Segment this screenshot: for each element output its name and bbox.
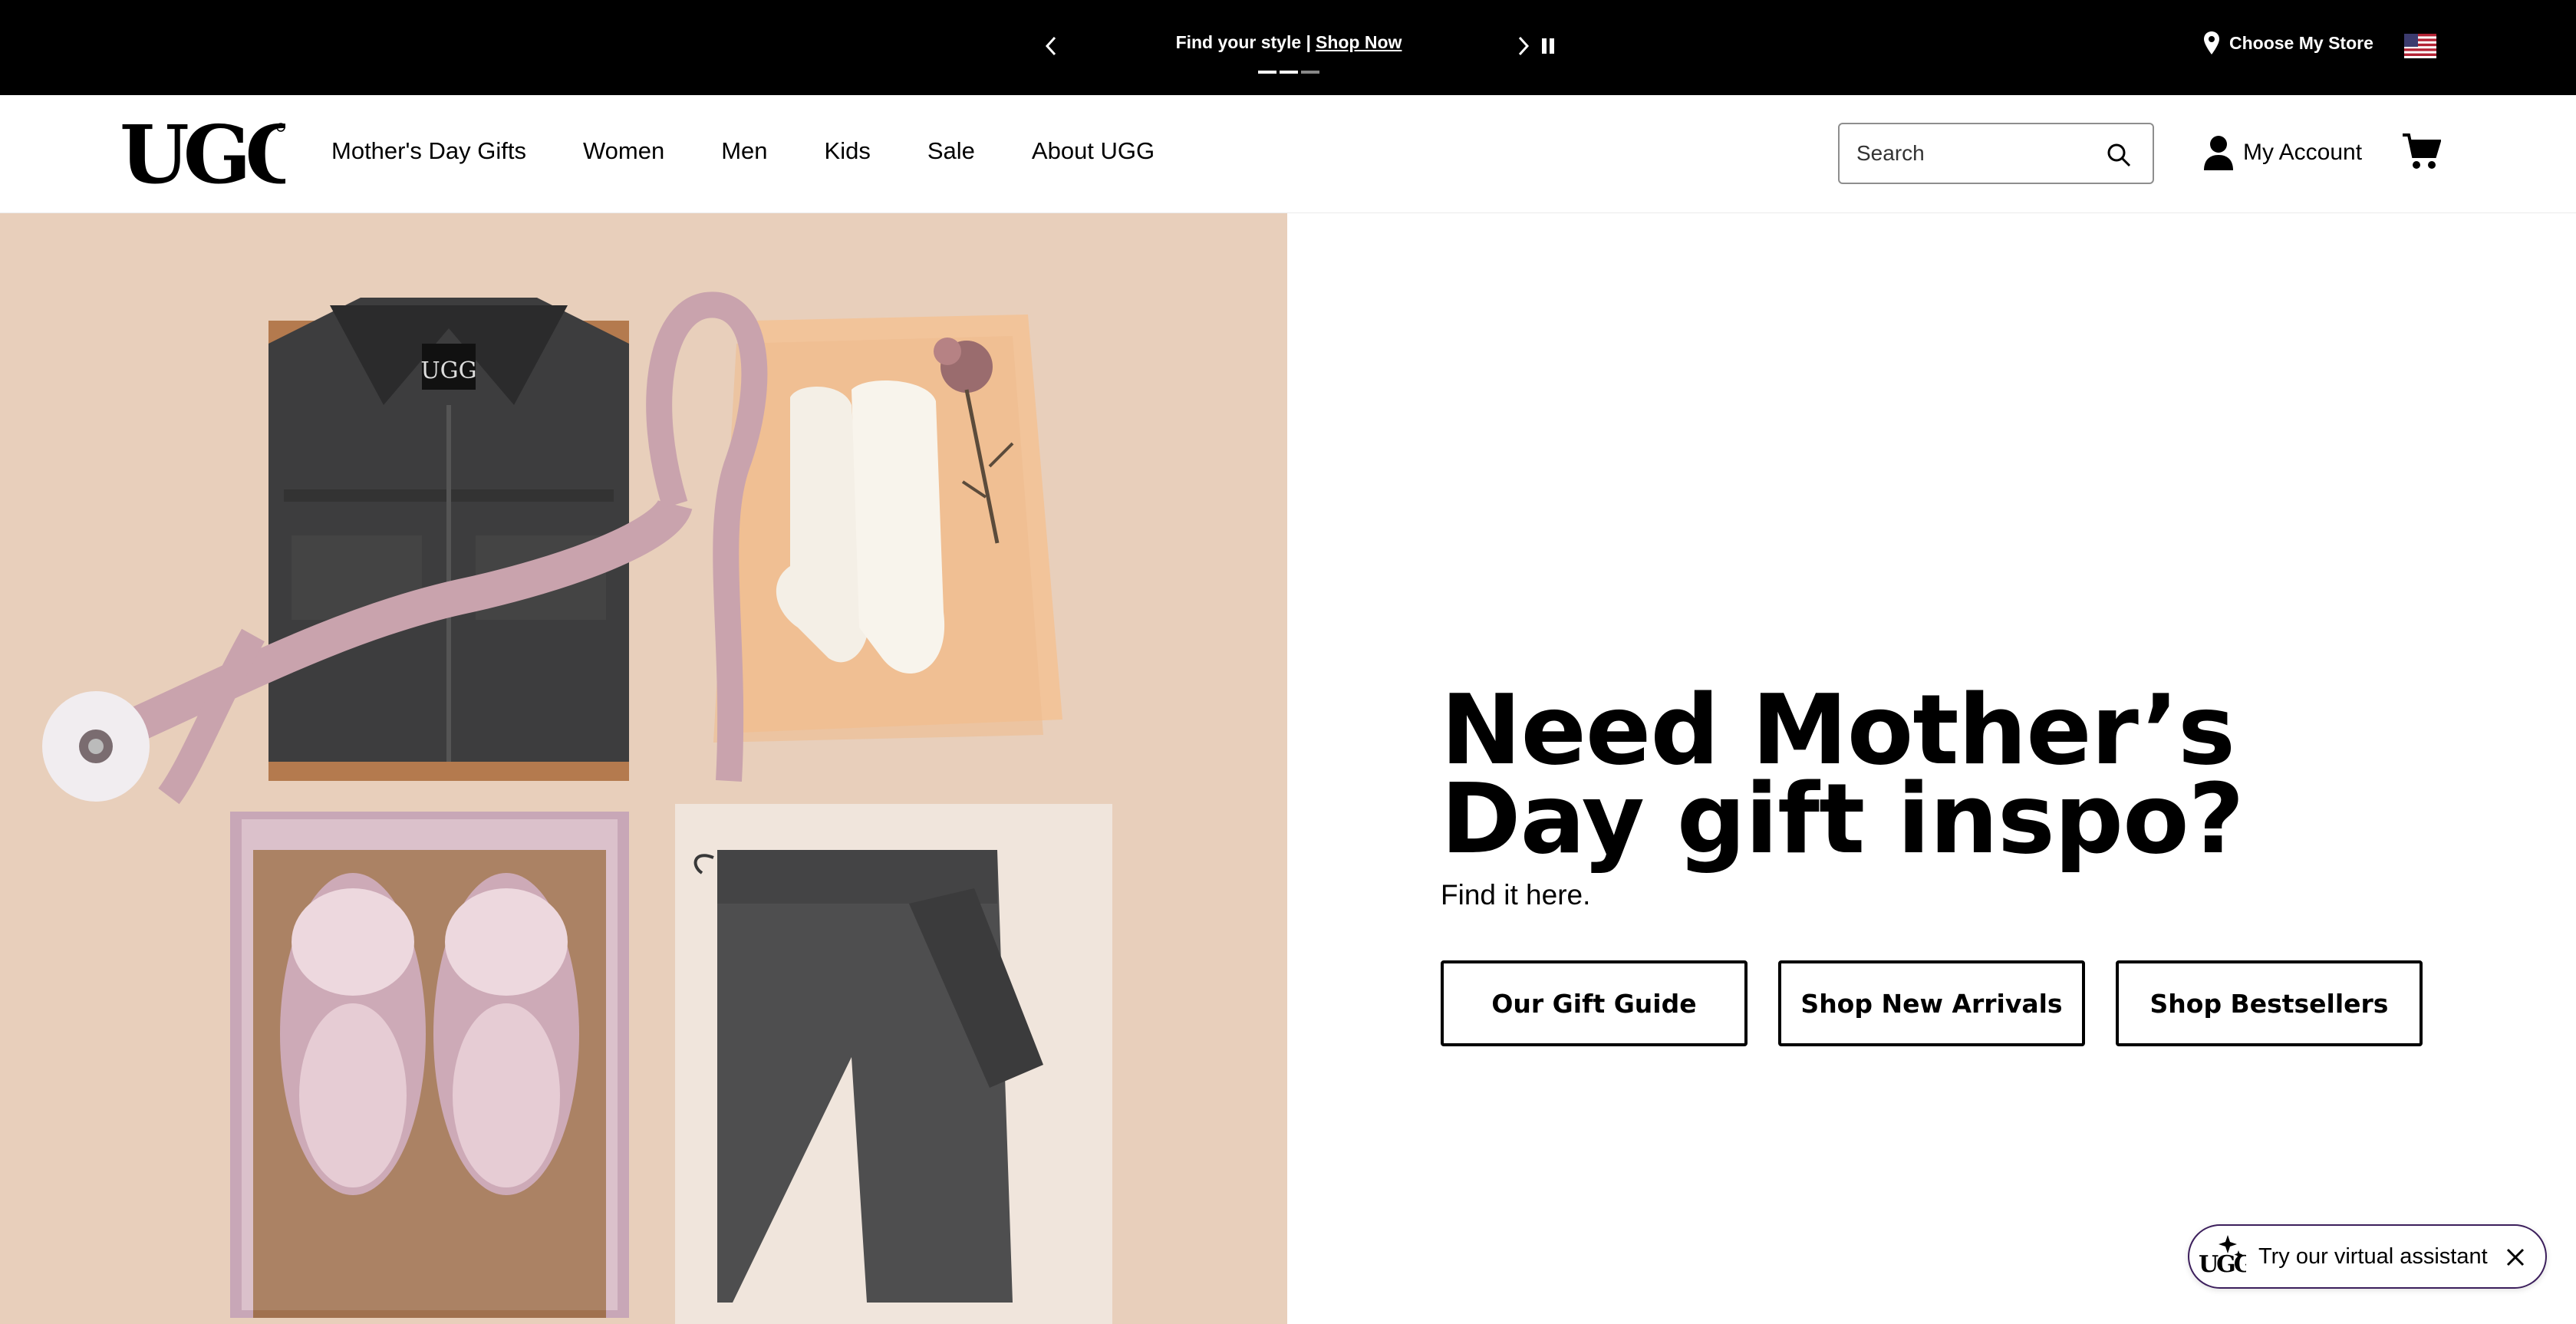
site-header: UGG Mother's Day Gifts Women Men Kids Sa… (0, 95, 2576, 213)
jacket-tag-label: UGG (420, 357, 476, 384)
hero-subline: Find it here. (1441, 879, 1591, 911)
hero-headline: Need Mother’s Day gift inspo? (1441, 682, 2245, 868)
promo-next-button[interactable] (1508, 28, 1539, 64)
ugg-logo[interactable]: UGG (120, 114, 285, 193)
virtual-assistant-label: Try our virtual assistant (2258, 1244, 2488, 1269)
nav-men[interactable]: Men (721, 137, 767, 165)
hero-headline-line-2: Day gift inspo? (1441, 762, 2245, 875)
location-pin-icon (2204, 31, 2219, 54)
nav-sale[interactable]: Sale (927, 137, 975, 165)
promo-slide-dot-active[interactable] (1280, 71, 1298, 74)
search-input[interactable] (1856, 138, 2087, 169)
search-button[interactable] (2102, 138, 2136, 172)
promo-text: Find your style (1175, 32, 1302, 52)
hero-text-block: Need Mother’s Day gift inspo? Find it he… (1441, 682, 2245, 911)
chevron-left-icon (1045, 36, 1056, 56)
ugg-sparkle-logo-icon: UGG (2199, 1235, 2246, 1278)
nav-about-ugg[interactable]: About UGG (1032, 137, 1155, 165)
my-account-label: My Account (2243, 140, 2363, 165)
shop-new-arrivals-button[interactable]: Shop New Arrivals (1778, 960, 2085, 1046)
promo-slide-dot[interactable] (1301, 71, 1319, 74)
nav-mothers-day-gifts[interactable]: Mother's Day Gifts (331, 137, 526, 165)
promo-prev-button[interactable] (1036, 28, 1066, 64)
hero-image[interactable]: UGG (0, 213, 1287, 1324)
choose-store-link[interactable]: Choose My Store (2203, 31, 2373, 55)
assistant-close-button[interactable] (2501, 1243, 2530, 1272)
user-icon (2204, 136, 2233, 170)
promo-separator: | (1306, 32, 1311, 52)
hero-cta-group: Our Gift Guide Shop New Arrivals Shop Be… (1441, 960, 2423, 1046)
promo-slide-dot[interactable] (1258, 71, 1276, 74)
nav-kids[interactable]: Kids (825, 137, 871, 165)
gift-guide-button[interactable]: Our Gift Guide (1441, 960, 1748, 1046)
cart-icon[interactable] (2401, 132, 2441, 170)
nav-women[interactable]: Women (583, 137, 664, 165)
shop-bestsellers-button[interactable]: Shop Bestsellers (2116, 960, 2423, 1046)
promo-slide-indicator (1258, 71, 1319, 74)
promo-pause-button[interactable] (1537, 34, 1559, 58)
pause-icon (1542, 38, 1554, 54)
choose-store-label: Choose My Store (2229, 32, 2373, 53)
my-account-link[interactable]: My Account (2203, 135, 2362, 170)
search-icon (2107, 143, 2131, 167)
hero-flat-lay-illustration: UGG (0, 213, 1287, 1324)
svg-text:UGG: UGG (120, 114, 285, 193)
promo-shop-now-link[interactable]: Shop Now (1316, 32, 1402, 52)
virtual-assistant-launcher[interactable]: UGG Try our virtual assistant (2188, 1224, 2547, 1289)
us-flag-icon[interactable] (2404, 34, 2436, 58)
promo-bar: Find your style | Shop Now Choose My Stor… (0, 0, 2576, 95)
search-box (1838, 123, 2154, 184)
main-nav: Mother's Day Gifts Women Men Kids Sale A… (331, 137, 1155, 165)
chevron-right-icon (1518, 36, 1530, 56)
close-icon (2506, 1248, 2525, 1266)
promo-message: Find your style | Shop Now (1089, 32, 1488, 53)
